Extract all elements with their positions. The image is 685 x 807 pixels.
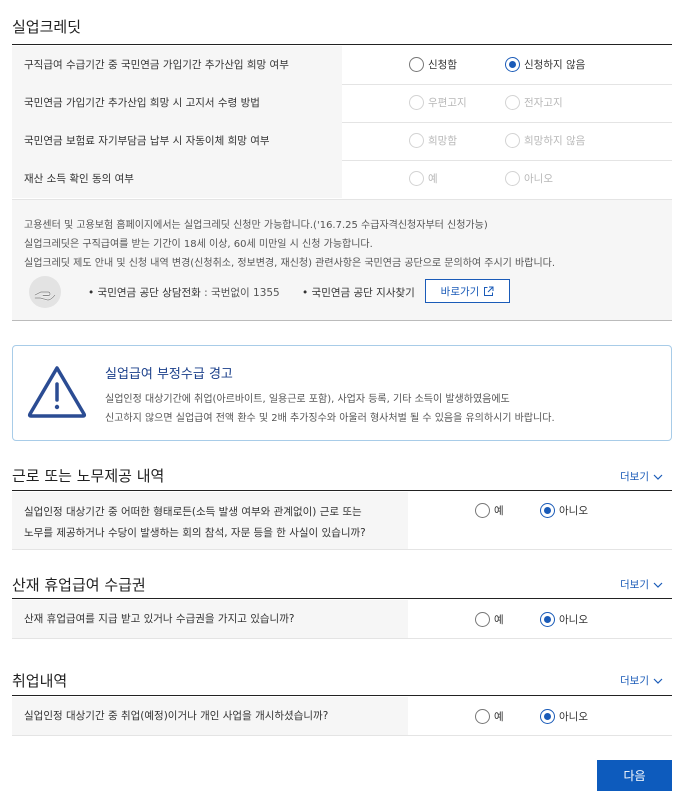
radio-circle[interactable] [409,57,424,72]
hand-icon [29,276,61,308]
radio-labor-yes[interactable]: 예 [475,503,504,518]
radio-circle-disabled[interactable] [505,133,520,148]
go-button[interactable]: 바로가기 [425,279,510,303]
divider [12,490,672,491]
radio-label: 희망하지 않음 [524,135,586,147]
phone-info: • 국민연금 공단 상담전화 : 국번없이 1355 [88,287,280,299]
fraud-warning-box: 실업급여 부정수급 경고 실업인정 대상기간에 취업(아르바이트, 일용근로 포… [12,345,672,441]
radio-label: 아니오 [524,173,553,185]
section-title-injury: 산재 휴업급여 수급권 [12,576,146,594]
question-line: 노무를 제공하거나 수당이 발생하는 회의 참석, 자문 등을 한 사실이 있습… [24,527,366,539]
credit-row-1: 구직급여 수급기간 중 국민연금 가입기간 추가산입 희망 여부 신청함 신청하… [12,46,672,84]
injury-question: 산재 휴업급여를 지급 받고 있거나 수급권을 가지고 있습니까? [12,600,408,638]
warning-text: 신고하지 않으면 실업급여 전액 환수 및 2배 추가징수와 아울러 형사처벌 … [105,413,555,424]
section-title-credit: 실업크레딧 [12,18,82,36]
radio-label: 예 [428,173,438,185]
credit-row-2: 국민연금 가입기간 추가산입 희망 시 고지서 수령 방법 우편고지 전자고지 [12,84,672,122]
next-button[interactable]: 다음 [597,760,672,791]
radio-circle[interactable] [475,612,490,627]
labor-question: 실업인정 대상기간 중 어떠한 형태로든(소득 발생 여부와 관계없이) 근로 … [12,492,408,549]
radio-consent-no[interactable]: 아니오 [505,171,553,186]
radio-label: 예 [494,711,504,723]
radio-label: 우편고지 [428,97,467,109]
radio-label: 예 [494,614,504,626]
question-label: 국민연금 보험료 자기부담금 납부 시 자동이체 희망 여부 [12,122,342,160]
radio-injury-yes[interactable]: 예 [475,612,504,627]
radio-not-apply[interactable]: 신청하지 않음 [505,57,585,72]
chevron-down-icon [653,678,663,684]
radio-circle-selected[interactable] [505,57,520,72]
divider [12,638,672,639]
radio-circle-disabled[interactable] [409,133,424,148]
radio-circle[interactable] [475,709,490,724]
radio-label: 전자고지 [524,97,563,109]
radio-circle-selected[interactable] [540,612,555,627]
external-link-icon [484,286,494,296]
warning-text: 실업인정 대상기간에 취업(아르바이트, 일용근로 포함), 사업자 등록, 기… [105,394,510,405]
chevron-down-icon [653,582,663,588]
radio-circle-selected[interactable] [540,709,555,724]
radio-label: 예 [494,505,504,517]
section-title-labor: 근로 또는 노무제공 내역 [12,467,165,485]
radio-circle-disabled[interactable] [409,95,424,110]
radio-circle-selected[interactable] [540,503,555,518]
employment-question: 실업인정 대상기간 중 취업(예정)이거나 개인 사업을 개시하셨습니까? [12,697,408,735]
branch-info: • 국민연금 공단 지사찾기 [302,287,415,299]
notice-line: 고용센터 및 고용보험 홈페이지에서는 실업크레딧 신청만 가능합니다.('16… [24,220,488,231]
radio-employment-no[interactable]: 아니오 [540,709,588,724]
question-line: 실업인정 대상기간 중 어떠한 형태로든(소득 발생 여부와 관계없이) 근로 … [24,506,362,518]
radio-wish[interactable]: 희망함 [409,133,457,148]
notice-line: 실업크레딧은 구직급여를 받는 기간이 18세 이상, 60세 미만일 시 신청… [24,239,373,250]
radio-electronic-notice[interactable]: 전자고지 [505,95,563,110]
radio-circle[interactable] [475,503,490,518]
more-link-injury[interactable]: 더보기 [620,577,663,592]
more-link-employment[interactable]: 더보기 [620,673,663,688]
section-title-employment: 취업내역 [12,672,68,690]
notice-line: 실업크레딧 제도 안내 및 신청 내역 변경(신청취소, 정보변경, 재신청) … [24,258,556,269]
radio-label: 아니오 [559,505,588,517]
warning-icon [27,366,87,418]
more-label: 더보기 [620,471,649,483]
radio-label: 신청함 [428,59,457,71]
radio-no-wish[interactable]: 희망하지 않음 [505,133,585,148]
divider [12,44,672,45]
divider [12,549,672,550]
radio-injury-no[interactable]: 아니오 [540,612,588,627]
divider [12,735,672,736]
radio-label: 아니오 [559,614,588,626]
warning-title: 실업급여 부정수급 경고 [105,367,233,382]
credit-row-3: 국민연금 보험료 자기부담금 납부 시 자동이체 희망 여부 희망함 희망하지 … [12,122,672,160]
radio-consent-yes[interactable]: 예 [409,171,438,186]
question-label: 구직급여 수급기간 중 국민연금 가입기간 추가산입 희망 여부 [12,46,342,84]
radio-label: 아니오 [559,711,588,723]
radio-label: 신청하지 않음 [524,59,586,71]
credit-notice: 고용센터 및 고용보험 홈페이지에서는 실업크레딧 신청만 가능합니다.('16… [12,199,672,321]
radio-circle-disabled[interactable] [409,171,424,186]
radio-apply[interactable]: 신청함 [409,57,457,72]
radio-circle-disabled[interactable] [505,171,520,186]
divider [12,598,672,599]
radio-employment-yes[interactable]: 예 [475,709,504,724]
radio-label: 희망함 [428,135,457,147]
radio-labor-no[interactable]: 아니오 [540,503,588,518]
more-link-labor[interactable]: 더보기 [620,469,663,484]
phone-value: : 국번없이 1355 [204,287,280,299]
radio-mail-notice[interactable]: 우편고지 [409,95,467,110]
more-label: 더보기 [620,579,649,591]
phone-label: 국민연금 공단 상담전화 [97,287,201,299]
more-label: 더보기 [620,675,649,687]
radio-circle-disabled[interactable] [505,95,520,110]
divider [12,695,672,696]
question-label: 재산 소득 확인 동의 여부 [12,160,342,198]
question-label: 국민연금 가입기간 추가산입 희망 시 고지서 수령 방법 [12,84,342,122]
chevron-down-icon [653,474,663,480]
go-button-label: 바로가기 [440,285,480,298]
credit-row-4: 재산 소득 확인 동의 여부 예 아니오 [12,160,672,198]
branch-label: 국민연금 공단 지사찾기 [311,287,415,299]
